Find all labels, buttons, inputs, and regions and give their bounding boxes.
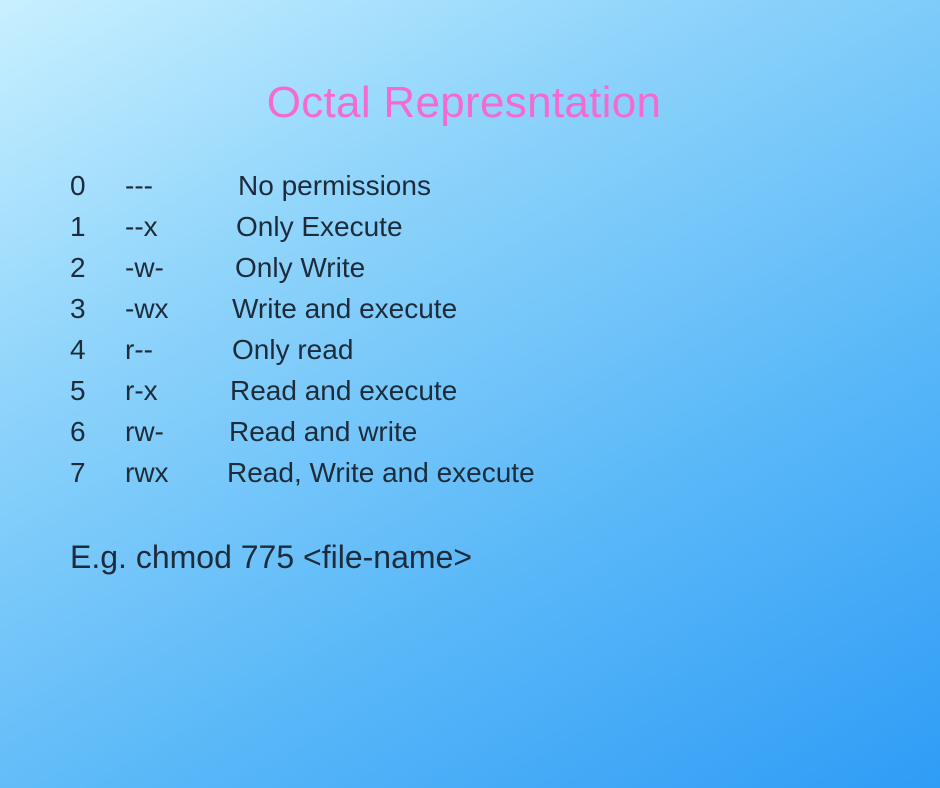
permission-description: Read and execute (230, 375, 458, 406)
permission-table: 0 --- No permissions 1 --x Only Execute … (70, 168, 670, 496)
symbolic-value: r-- (125, 334, 153, 365)
permission-row-0: 0 --- No permissions (70, 168, 670, 209)
permission-row-5: 5 r-x Read and execute (70, 373, 670, 414)
octal-value: 4 (70, 334, 86, 365)
octal-value: 2 (70, 252, 86, 283)
page-title: Octal Represntation (266, 78, 662, 127)
octal-value: 5 (70, 375, 86, 406)
octal-value: 3 (70, 293, 86, 324)
permission-description: No permissions (238, 170, 431, 201)
permission-description: Only Execute (236, 211, 403, 242)
octal-value: 7 (70, 457, 86, 488)
permission-row-7: 7 rwx Read, Write and execute (70, 455, 670, 496)
symbolic-value: -w- (125, 252, 164, 283)
permission-description: Read, Write and execute (227, 457, 535, 488)
permission-row-6: 6 rw- Read and write (70, 414, 670, 455)
permission-description: Write and execute (232, 293, 458, 324)
octal-value: 6 (70, 416, 86, 447)
symbolic-value: rwx (125, 457, 169, 488)
permission-description: Read and write (229, 416, 418, 447)
chmod-example: E.g. chmod 775 <file-name> (70, 539, 473, 575)
permission-row-2: 2 -w- Only Write (70, 250, 670, 291)
symbolic-value: -wx (125, 293, 169, 324)
permission-row-1: 1 --x Only Execute (70, 209, 670, 250)
octal-value: 0 (70, 170, 86, 201)
octal-value: 1 (70, 211, 86, 242)
permission-row-4: 4 r-- Only read (70, 332, 670, 373)
permission-row-3: 3 -wx Write and execute (70, 291, 670, 332)
permission-description: Only read (232, 334, 354, 365)
symbolic-value: --x (125, 211, 158, 242)
symbolic-value: r-x (125, 375, 158, 406)
symbolic-value: rw- (125, 416, 164, 447)
permission-description: Only Write (235, 252, 366, 283)
symbolic-value: --- (125, 170, 153, 201)
